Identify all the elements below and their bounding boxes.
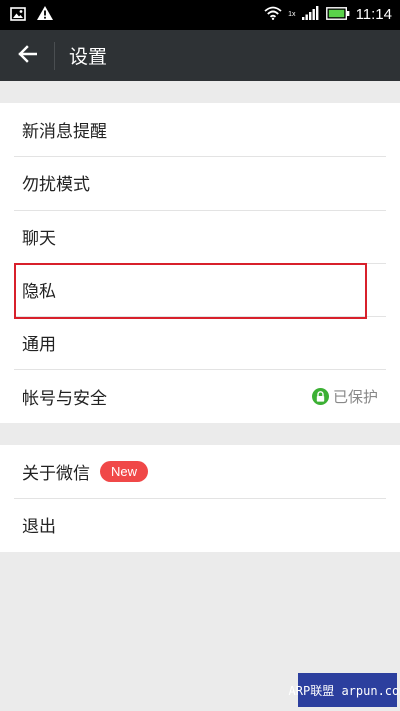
settings-item-label: 聊天 <box>22 228 56 249</box>
settings-item-chat[interactable]: 聊天 <box>0 209 400 263</box>
settings-group-other: 关于微信 New 退出 <box>0 445 400 552</box>
status-bar: 1x 11:14 <box>0 0 400 30</box>
battery-icon <box>325 5 350 24</box>
watermark: ARP联盟 arpun.com <box>289 673 400 707</box>
title-bar: 设置 <box>0 30 400 81</box>
settings-item-label: 新消息提醒 <box>22 122 107 143</box>
settings-item-label: 勿扰模式 <box>22 175 90 196</box>
signal-icon <box>301 5 320 24</box>
settings-item-do-not-disturb[interactable]: 勿扰模式 <box>0 156 400 209</box>
new-badge: New <box>100 461 149 483</box>
wifi-icon <box>264 5 282 24</box>
warning-icon <box>36 5 54 25</box>
settings-item-logout[interactable]: 退出 <box>0 498 400 551</box>
status-time: 11:14 <box>355 6 392 23</box>
arrow-left-icon <box>17 44 38 67</box>
settings-item-label: 帐号与安全 <box>22 388 107 409</box>
settings-item-new-message-alerts[interactable]: 新消息提醒 <box>0 103 400 156</box>
settings-item-label: 通用 <box>22 335 56 356</box>
settings-group-main: 新消息提醒 勿扰模式 聊天 隐私 通用 帐号与安全 已保护 <box>0 103 400 423</box>
settings-item-account-security[interactable]: 帐号与安全 已保护 <box>0 369 400 422</box>
security-status-text: 已保护 <box>332 387 378 406</box>
settings-item-about-wechat[interactable]: 关于微信 New <box>0 445 400 498</box>
settings-item-general[interactable]: 通用 <box>0 316 400 369</box>
back-button[interactable] <box>0 30 54 81</box>
security-status: 已保护 <box>311 369 378 422</box>
settings-item-label: 隐私 <box>22 282 56 303</box>
image-icon <box>10 6 26 25</box>
settings-item-label: 退出 <box>22 517 56 538</box>
settings-item-privacy[interactable]: 隐私 <box>0 262 400 316</box>
lock-icon <box>311 387 329 405</box>
network-type-label: 1x <box>288 11 296 18</box>
header-divider <box>54 41 55 70</box>
settings-item-label: 关于微信 <box>22 464 90 485</box>
page-title: 设置 <box>69 46 108 68</box>
